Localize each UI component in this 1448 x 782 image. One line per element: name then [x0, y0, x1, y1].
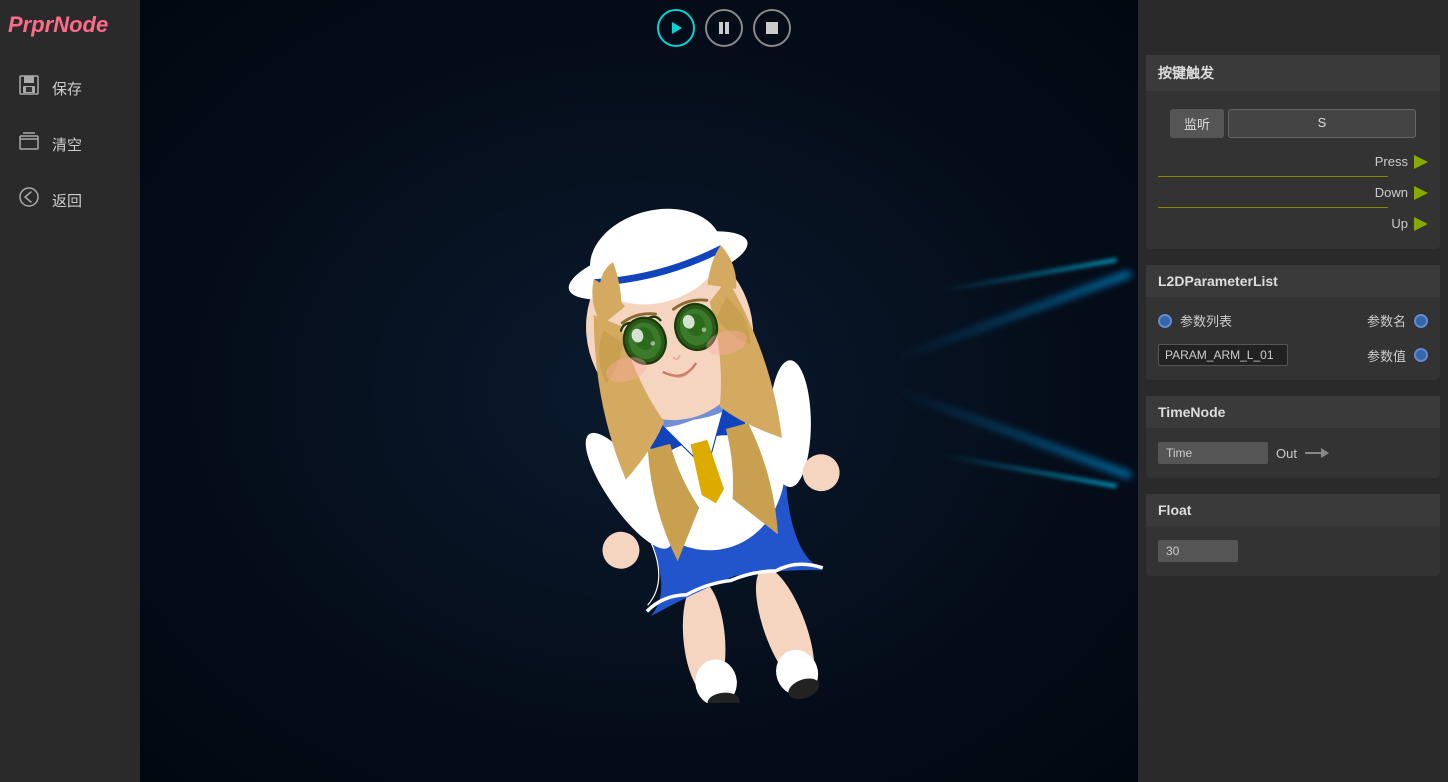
time-row: Out	[1158, 438, 1428, 468]
l2d-param-title: L2DParameterList	[1146, 265, 1440, 297]
transport-controls	[657, 9, 791, 47]
sidebar-item-clear[interactable]: 清空	[0, 116, 140, 172]
key-display[interactable]: S	[1228, 109, 1416, 138]
up-label: Up	[1391, 216, 1414, 231]
listen-button[interactable]: 监听	[1170, 109, 1224, 138]
press-label: Press	[1375, 154, 1414, 169]
save-label: 保存	[52, 78, 82, 99]
param-list-label: 参数列表	[1180, 311, 1232, 330]
key-trigger-buttons: 监听 S	[1158, 101, 1428, 146]
down-trigger-row: Down	[1158, 177, 1428, 208]
down-arrow	[1414, 186, 1428, 200]
float-row	[1158, 536, 1428, 566]
param-value-label: 参数值	[1367, 346, 1406, 365]
param-input-row: 参数值	[1158, 340, 1428, 370]
stop-button[interactable]	[753, 9, 791, 47]
press-arrow	[1414, 155, 1428, 169]
back-icon	[18, 186, 40, 214]
sidebar-item-back[interactable]: 返回	[0, 172, 140, 228]
time-node-card: TimeNode Out	[1146, 396, 1440, 478]
l2d-param-card: L2DParameterList 参数列表 参数名 参数值	[1146, 265, 1440, 380]
up-arrow	[1414, 217, 1428, 231]
float-title: Float	[1146, 494, 1440, 526]
float-card: Float	[1146, 494, 1440, 576]
press-trigger-row: Press	[1158, 146, 1428, 177]
play-button[interactable]	[657, 9, 695, 47]
time-node-title: TimeNode	[1146, 396, 1440, 428]
param-list-radio[interactable]	[1158, 314, 1172, 328]
param-list-row: 参数列表 参数名	[1158, 307, 1428, 334]
param-value-dot[interactable]	[1414, 348, 1428, 362]
key-trigger-title: 按键触发	[1146, 55, 1440, 91]
out-label: Out	[1276, 446, 1297, 461]
save-icon	[18, 74, 40, 102]
main-canvas	[140, 0, 1138, 782]
float-input[interactable]	[1158, 540, 1238, 562]
clear-icon	[18, 130, 40, 158]
out-arrow-icon	[1321, 448, 1329, 458]
param-name-dot[interactable]	[1414, 314, 1428, 328]
param-name-input[interactable]	[1158, 344, 1288, 366]
right-panel: 按键触发 监听 S Press Down Up	[1138, 0, 1448, 782]
character-display	[439, 103, 939, 703]
up-trigger-row: Up	[1158, 208, 1428, 239]
clear-label: 清空	[52, 134, 82, 155]
param-name-label: 参数名	[1367, 311, 1406, 330]
key-trigger-card: 按键触发 监听 S Press Down Up	[1146, 55, 1440, 249]
top-bar	[0, 0, 1448, 55]
pause-button[interactable]	[705, 9, 743, 47]
sidebar-item-save[interactable]: 保存	[0, 60, 140, 116]
sidebar: PrprNode 保存 清空 返回	[0, 0, 140, 782]
back-label: 返回	[52, 190, 82, 211]
down-label: Down	[1375, 185, 1414, 200]
time-input[interactable]	[1158, 442, 1268, 464]
